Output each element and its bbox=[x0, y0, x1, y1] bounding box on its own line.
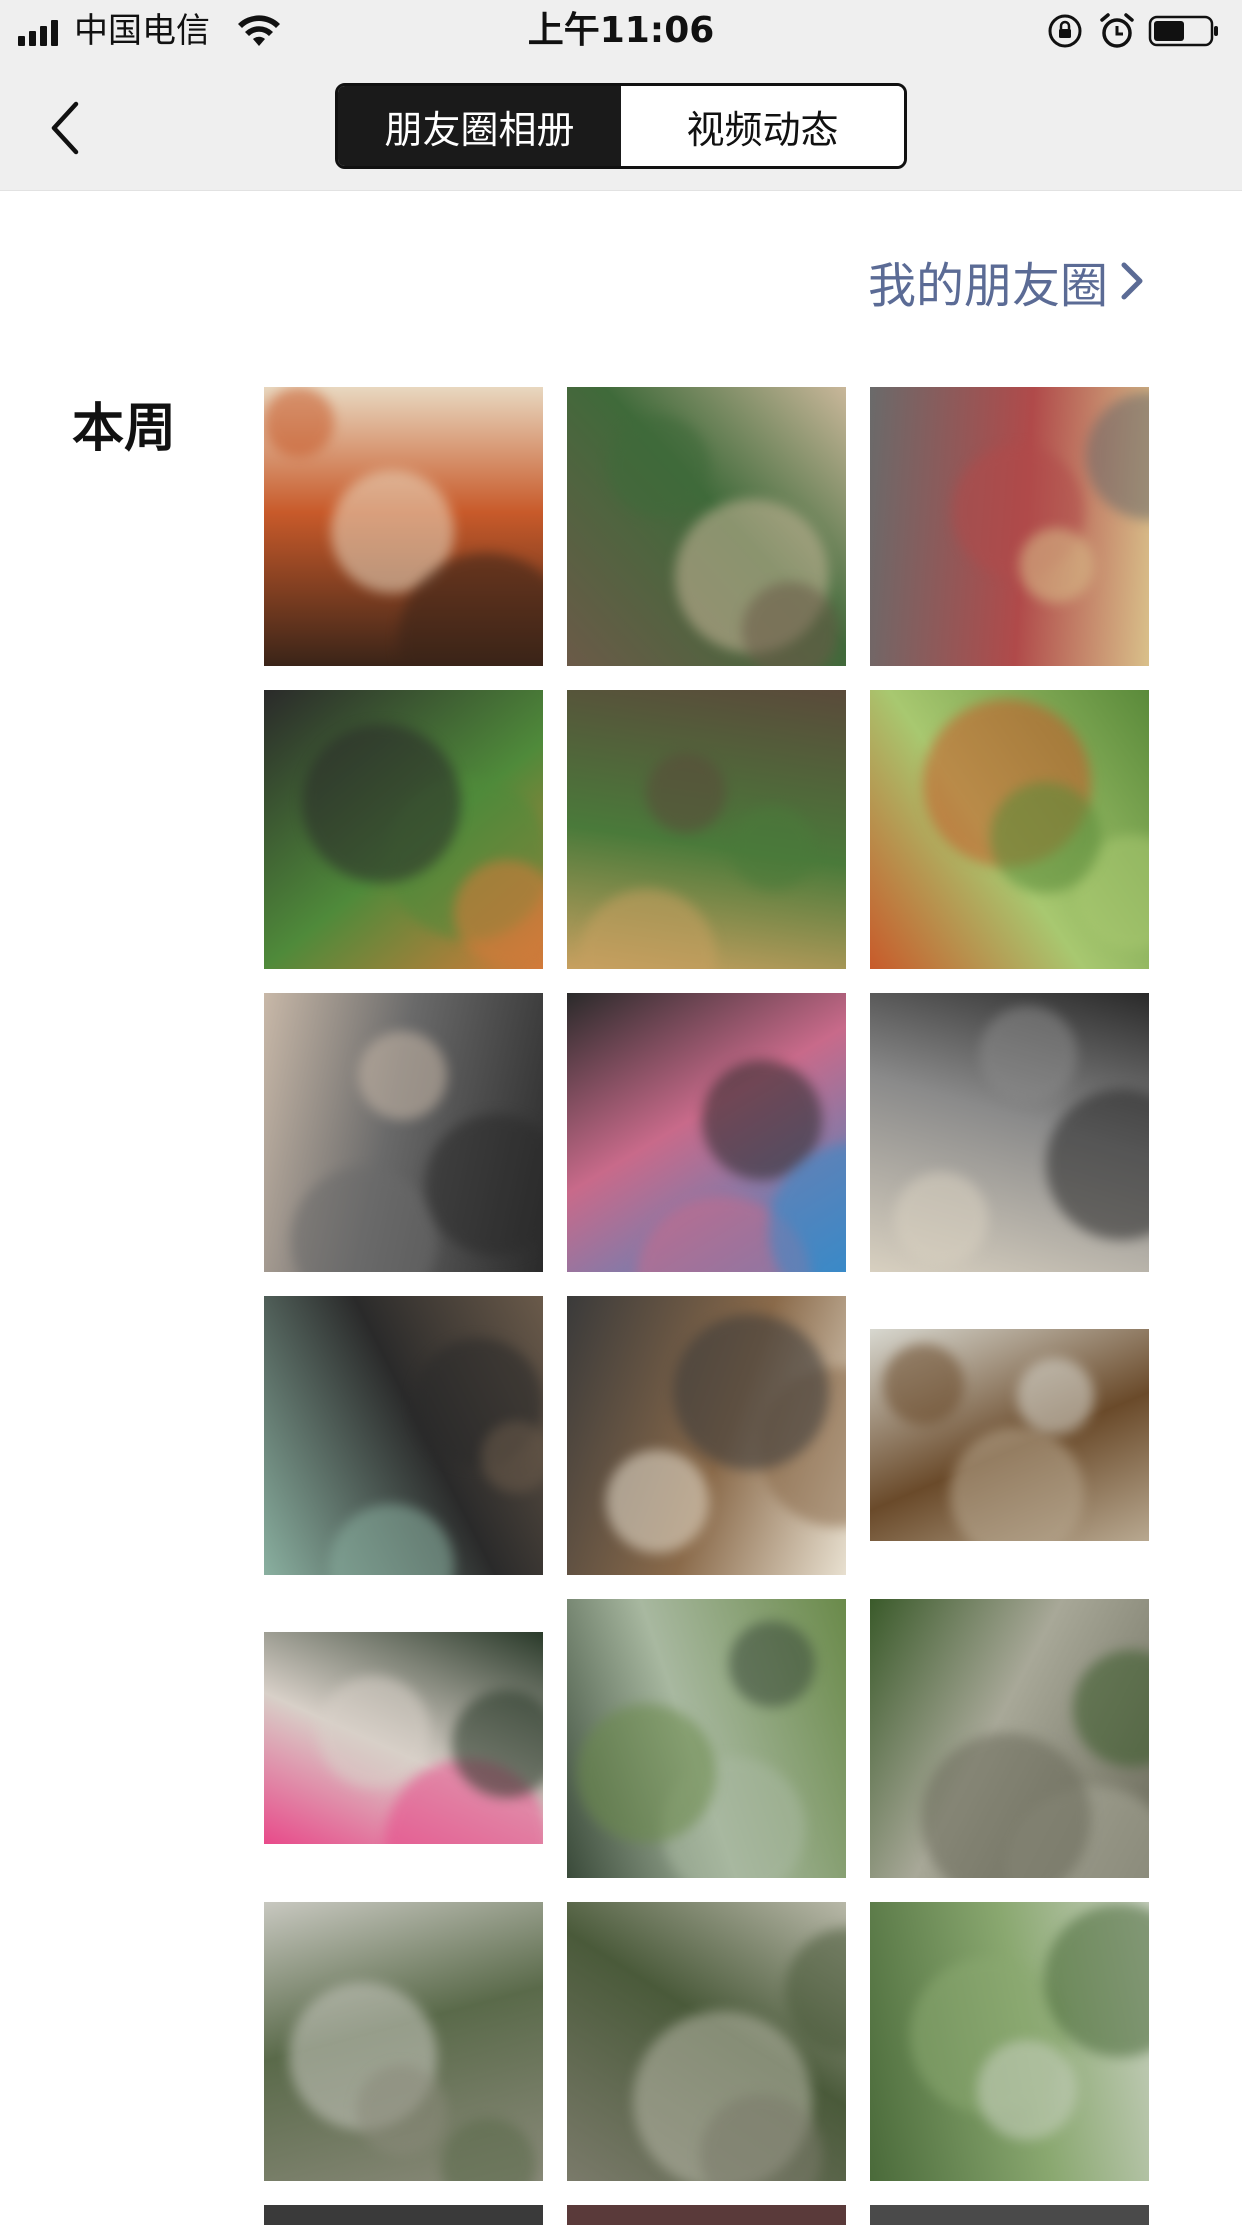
photo-thumbnail-partial[interactable] bbox=[264, 2205, 543, 2225]
photo-thumbnail-man-on-stone-stairs[interactable] bbox=[870, 1599, 1149, 1878]
photo-thumbnail-pour-over-coffee[interactable] bbox=[567, 1296, 846, 1575]
photo-thumbnail-partial[interactable] bbox=[567, 2205, 846, 2225]
photo-thumbnail-man-at-coffee-counter[interactable] bbox=[264, 1296, 543, 1575]
photo-thumbnail-group-selfie-outdoor[interactable] bbox=[870, 993, 1149, 1272]
photo-thumbnail-man-in-stone-corridor[interactable] bbox=[264, 1902, 543, 2181]
chevron-right-icon bbox=[1121, 262, 1143, 300]
photo-thumbnail-park-with-pond[interactable] bbox=[567, 1599, 846, 1878]
back-chevron-icon[interactable] bbox=[46, 98, 86, 158]
photo-thumbnail-coffee-grinder[interactable] bbox=[870, 1329, 1149, 1541]
photo-thumbnail-group-selfie-blue-wall[interactable] bbox=[567, 993, 846, 1272]
section-label-this-week: 本周 bbox=[72, 399, 177, 459]
photo-thumbnail-couple-at-restaurant[interactable] bbox=[264, 993, 543, 1272]
alarm-icon bbox=[1100, 13, 1134, 48]
photo-thumbnail-bibimbap-stone-bowl[interactable] bbox=[264, 690, 543, 969]
tab-moments-album[interactable]: 朋友圈相册 bbox=[338, 86, 621, 166]
rotation-lock-icon bbox=[1048, 14, 1082, 48]
battery-icon bbox=[1148, 15, 1218, 47]
photo-thumbnail-stone-corridor-stairs[interactable] bbox=[567, 1902, 846, 2181]
photo-thumbnail-partial[interactable] bbox=[870, 2205, 1149, 2225]
photo-thumbnail-grilled-seafood-dish[interactable] bbox=[264, 387, 543, 666]
top-bar: 中国电信 上午11:06 朋友圈相册 视频动态 bbox=[0, 0, 1242, 191]
photo-thumbnail-lake-with-trees[interactable] bbox=[870, 1902, 1149, 2181]
photo-thumbnail-raw-beef-on-grill[interactable] bbox=[870, 387, 1149, 666]
my-moments-label: 我的朋友圈 bbox=[867, 258, 1108, 314]
my-moments-link[interactable]: 我的朋友圈 bbox=[868, 246, 1146, 316]
photo-thumbnail-lettuce-wrap[interactable] bbox=[870, 690, 1149, 969]
photo-thumbnail-grill-with-side-dishes[interactable] bbox=[567, 690, 846, 969]
photo-thumbnail-korean-bbq-table[interactable] bbox=[567, 387, 846, 666]
tab-video-updates[interactable]: 视频动态 bbox=[621, 86, 904, 166]
status-bar: 中国电信 上午11:06 bbox=[0, 0, 1242, 62]
photo-thumbnail-coffee-cups-with-stickers[interactable] bbox=[264, 1632, 543, 1844]
album-segmented-control: 朋友圈相册 视频动态 bbox=[335, 83, 907, 169]
